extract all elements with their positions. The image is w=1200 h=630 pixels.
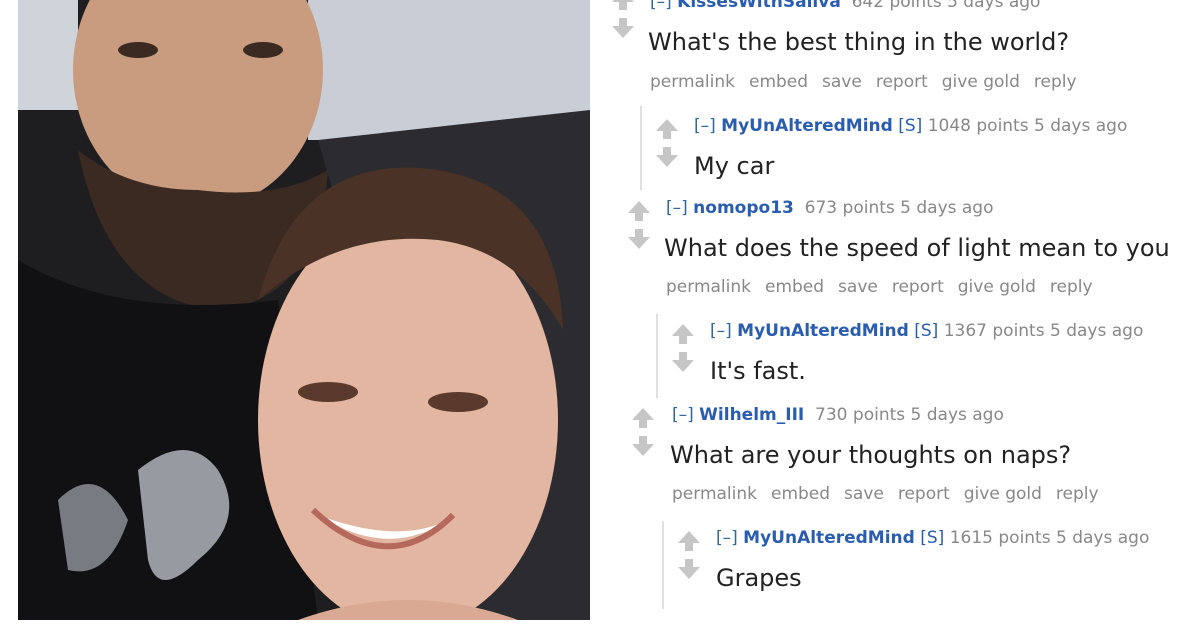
vote-arrows: [610, 0, 636, 40]
comment-text: My car: [694, 152, 775, 180]
comment-actions: permalink embed save report give gold reply: [650, 72, 1091, 92]
embed-link[interactable]: embed: [749, 72, 808, 92]
comment-author[interactable]: MyUnAlteredMind: [721, 116, 893, 136]
comment-author[interactable]: Wilhelm_III: [699, 405, 804, 425]
give-gold-link[interactable]: give gold: [964, 484, 1042, 504]
vote-arrows: [670, 322, 696, 374]
collapse-toggle[interactable]: [–]: [672, 405, 694, 425]
comment-points: 1048 points 5 days ago: [927, 116, 1128, 136]
vote-arrows: [626, 199, 652, 251]
permalink-link[interactable]: permalink: [672, 484, 757, 504]
give-gold-link[interactable]: give gold: [958, 277, 1036, 297]
collapse-toggle[interactable]: [–]: [666, 198, 688, 218]
embed-link[interactable]: embed: [765, 277, 824, 297]
reply-link[interactable]: reply: [1056, 484, 1099, 504]
comment-text: Grapes: [716, 564, 802, 592]
save-link[interactable]: save: [844, 484, 884, 504]
downvote-arrow-icon[interactable]: [672, 352, 694, 372]
submitter-badge: [S]: [898, 116, 923, 136]
permalink-link[interactable]: permalink: [650, 72, 735, 92]
vote-arrows: [630, 406, 656, 458]
embed-link[interactable]: embed: [771, 484, 830, 504]
comment-text: What's the best thing in the world?: [648, 28, 1070, 56]
report-link[interactable]: report: [876, 72, 928, 92]
upvote-arrow-icon[interactable]: [656, 119, 678, 139]
save-link[interactable]: save: [822, 72, 862, 92]
downvote-arrow-icon[interactable]: [632, 436, 654, 456]
vote-arrows: [654, 117, 680, 169]
comment-thread: [–] KissesWithSaliva 642 points 5 days a…: [600, 0, 1200, 630]
comment-reply: [–] MyUnAlteredMind [S] 1367 points 5 da…: [600, 315, 1200, 395]
comment-author[interactable]: KissesWithSaliva: [677, 0, 841, 12]
collapse-toggle[interactable]: [–]: [694, 116, 716, 136]
downvote-arrow-icon[interactable]: [612, 18, 634, 38]
give-gold-link[interactable]: give gold: [942, 72, 1020, 92]
submitter-badge: [S]: [920, 528, 945, 548]
comment-points: 642 points 5 days ago: [851, 0, 1041, 12]
save-link[interactable]: save: [838, 277, 878, 297]
comment-text: What does the speed of light mean to you: [664, 234, 1170, 262]
vote-arrows: [676, 529, 702, 581]
upvote-arrow-icon[interactable]: [632, 408, 654, 428]
downvote-arrow-icon[interactable]: [628, 229, 650, 249]
comment-author[interactable]: MyUnAlteredMind: [743, 528, 915, 548]
comment-actions: permalink embed save report give gold reply: [672, 484, 1113, 504]
collapse-toggle[interactable]: [–]: [716, 528, 738, 548]
comment-points: 730 points 5 days ago: [815, 405, 1004, 425]
upvote-arrow-icon[interactable]: [672, 324, 694, 344]
comment-text: It's fast.: [710, 357, 806, 385]
reply-link[interactable]: reply: [1034, 72, 1077, 92]
comment-points: 1615 points 5 days ago: [949, 528, 1150, 548]
downvote-arrow-icon[interactable]: [678, 559, 700, 579]
comment-reply: [–] MyUnAlteredMind [S] 1615 points 5 da…: [600, 522, 1200, 612]
comment: [–] KissesWithSaliva 642 points 5 days a…: [600, 0, 1200, 110]
comment-actions: permalink embed save report give gold reply: [666, 277, 1107, 297]
upvote-arrow-icon[interactable]: [612, 0, 634, 10]
comment-text: What are your thoughts on naps?: [670, 441, 1072, 469]
comment-points: 673 points 5 days ago: [804, 198, 994, 218]
reply-link[interactable]: reply: [1050, 277, 1093, 297]
comment: [–] nomopo13 673 points 5 days ago What …: [600, 192, 1200, 312]
collapse-toggle[interactable]: [–]: [710, 321, 732, 341]
comment-reply: [–] MyUnAlteredMind [S] 1048 points 5 da…: [600, 110, 1200, 190]
comment: [–] Wilhelm_III 730 points 5 days ago Wh…: [600, 399, 1200, 519]
comment-points: 1367 points 5 days ago: [943, 321, 1144, 341]
collapse-toggle[interactable]: [–]: [650, 0, 672, 12]
downvote-arrow-icon[interactable]: [656, 147, 678, 167]
comment-author[interactable]: MyUnAlteredMind: [737, 321, 909, 341]
upvote-arrow-icon[interactable]: [628, 201, 650, 221]
report-link[interactable]: report: [898, 484, 950, 504]
upvote-arrow-icon[interactable]: [678, 531, 700, 551]
submitter-badge: [S]: [914, 321, 939, 341]
report-link[interactable]: report: [892, 277, 944, 297]
comment-author[interactable]: nomopo13: [693, 198, 794, 218]
permalink-link[interactable]: permalink: [666, 277, 751, 297]
selfie-photo: [18, 0, 590, 620]
